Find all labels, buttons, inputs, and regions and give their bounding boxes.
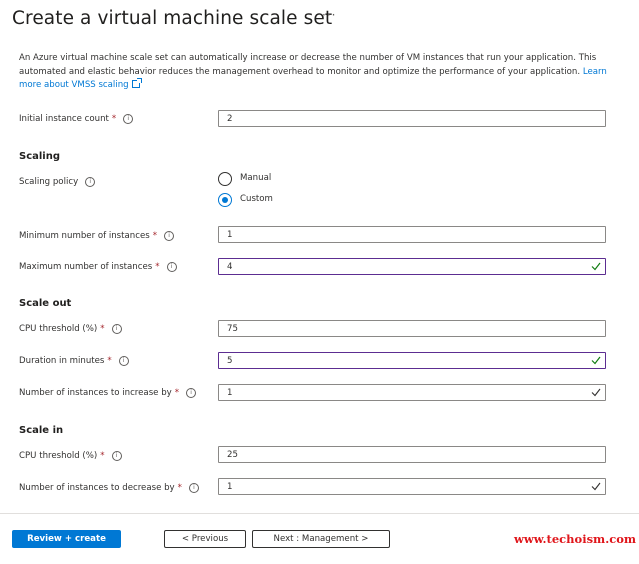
decrease-field[interactable] — [218, 478, 606, 495]
radio-manual-label[interactable]: Manual — [240, 173, 271, 183]
scale-out-cpu-label: CPU threshold (%) * i — [19, 322, 122, 336]
increase-field[interactable] — [218, 384, 606, 401]
initial-count-field[interactable] — [218, 110, 606, 127]
previous-button[interactable]: < Previous — [164, 530, 246, 548]
info-icon[interactable]: i — [164, 231, 175, 241]
min-instances-field[interactable] — [218, 226, 606, 243]
description: An Azure virtual machine scale set can a… — [19, 52, 619, 93]
scale-in-cpu-label: CPU threshold (%) * i — [19, 449, 122, 463]
info-icon[interactable]: i — [186, 388, 197, 398]
info-icon[interactable]: i — [123, 114, 134, 124]
ellipsis-icon[interactable]: ··· — [322, 8, 336, 22]
scale-out-cpu-field[interactable] — [218, 320, 606, 337]
checkmark-icon — [591, 262, 601, 271]
scaling-heading: Scaling — [19, 151, 61, 162]
scale-in-cpu-field[interactable] — [218, 446, 606, 463]
checkmark-icon — [591, 388, 601, 397]
scale-in-cpu-input[interactable] — [227, 448, 567, 461]
page-title: Create a virtual machine scale set — [12, 8, 333, 29]
initial-count-input[interactable] — [227, 112, 567, 125]
info-icon[interactable]: i — [188, 483, 199, 493]
description-text: An Azure virtual machine scale set can a… — [19, 53, 597, 77]
checkmark-icon — [591, 356, 601, 365]
max-instances-field[interactable] — [218, 258, 606, 275]
scale-out-heading: Scale out — [19, 298, 72, 309]
radio-custom-label[interactable]: Custom — [240, 194, 273, 204]
next-management-button[interactable]: Next : Management > — [252, 530, 390, 548]
scaling-policy-label: Scaling policy i — [19, 175, 96, 189]
decrease-label: Number of instances to decrease by * i — [19, 481, 199, 495]
min-instances-input[interactable] — [227, 228, 567, 241]
decrease-input[interactable] — [227, 480, 567, 493]
duration-field[interactable] — [218, 352, 606, 369]
duration-input[interactable] — [227, 354, 567, 367]
external-link-icon — [131, 78, 142, 89]
checkmark-icon — [591, 482, 601, 491]
increase-label: Number of instances to increase by * i — [19, 386, 197, 400]
max-instances-input[interactable] — [227, 260, 567, 273]
scale-in-heading: Scale in — [19, 425, 64, 436]
increase-input[interactable] — [227, 386, 567, 399]
info-icon[interactable]: i — [85, 177, 96, 187]
min-instances-label: Minimum number of instances * i — [19, 229, 175, 243]
info-icon[interactable]: i — [111, 451, 122, 461]
scale-out-cpu-input[interactable] — [227, 322, 567, 335]
info-icon[interactable]: i — [166, 262, 177, 272]
info-icon[interactable]: i — [111, 324, 122, 334]
watermark: www.techoism.com — [514, 532, 637, 546]
initial-count-label: Initial instance count * i — [19, 112, 134, 126]
radio-custom[interactable] — [218, 193, 232, 207]
max-instances-label: Maximum number of instances * i — [19, 260, 177, 274]
info-icon[interactable]: i — [118, 356, 129, 366]
footer-divider — [0, 513, 639, 514]
duration-label: Duration in minutes * i — [19, 354, 129, 368]
radio-manual[interactable] — [218, 172, 232, 186]
review-create-button[interactable]: Review + create — [12, 530, 121, 548]
